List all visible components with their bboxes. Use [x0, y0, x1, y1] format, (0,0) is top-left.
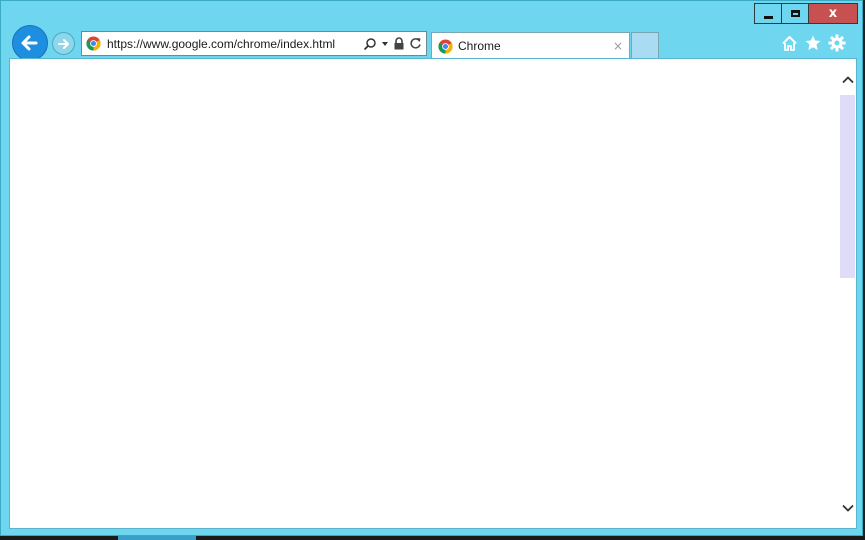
gear-icon	[828, 34, 846, 52]
chrome-logo-icon	[438, 38, 453, 54]
toolbar-icons	[780, 34, 846, 52]
vertical-scrollbar[interactable]	[839, 59, 856, 528]
home-button[interactable]	[780, 34, 798, 52]
chevron-up-icon	[841, 75, 854, 83]
chevron-down-icon[interactable]	[381, 40, 389, 48]
chevron-down-icon	[841, 504, 854, 512]
back-button[interactable]	[12, 25, 48, 61]
minimize-button[interactable]	[754, 3, 781, 24]
settings-button[interactable]	[828, 34, 846, 52]
favorites-button[interactable]	[804, 34, 822, 52]
taskbar-highlight	[118, 536, 196, 540]
address-bar[interactable]: https://www.google.com/chrome/index.html	[81, 31, 427, 56]
arrow-right-icon	[57, 38, 69, 49]
tab-close-icon[interactable]: ×	[613, 39, 623, 53]
new-tab-button[interactable]	[631, 32, 659, 58]
lock-icon[interactable]	[393, 37, 405, 50]
close-button[interactable]: x	[808, 3, 858, 24]
maximize-button[interactable]	[781, 3, 808, 24]
forward-button[interactable]	[52, 32, 75, 55]
minimize-icon	[763, 15, 773, 19]
tab-title: Chrome	[458, 39, 501, 53]
tab-chrome[interactable]: Chrome ×	[431, 32, 630, 59]
scroll-up-button[interactable]	[839, 71, 856, 88]
scroll-thumb[interactable]	[840, 95, 855, 278]
page-content[interactable]	[9, 58, 857, 529]
star-icon	[805, 35, 821, 50]
browser-window: x https://www.google.com/chrome/index.ht…	[0, 0, 863, 536]
home-icon	[781, 35, 797, 51]
caption-buttons: x	[754, 3, 858, 25]
taskbar-strip	[0, 536, 865, 540]
address-icons	[363, 37, 426, 51]
chrome-logo-icon	[86, 36, 101, 51]
scroll-down-button[interactable]	[839, 499, 856, 516]
close-icon: x	[828, 6, 838, 21]
refresh-icon[interactable]	[409, 37, 422, 50]
arrow-left-icon	[21, 35, 38, 51]
maximize-icon	[790, 10, 800, 17]
search-icon[interactable]	[363, 37, 377, 51]
address-url[interactable]: https://www.google.com/chrome/index.html	[107, 37, 363, 51]
